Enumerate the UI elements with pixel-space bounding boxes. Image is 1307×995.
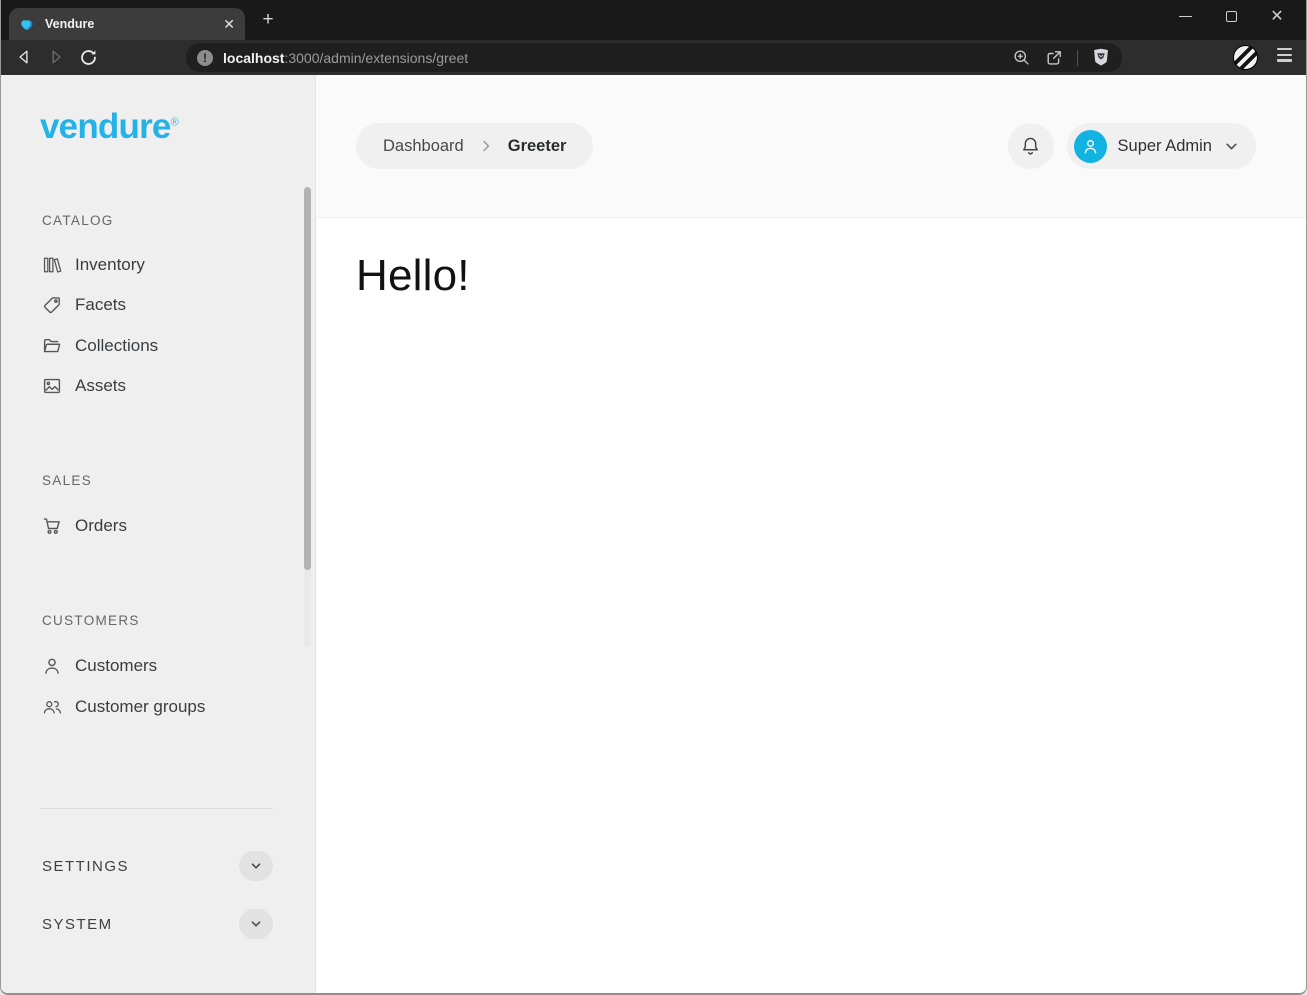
users-icon: [42, 697, 62, 717]
forward-icon: [47, 48, 65, 66]
user-icon: [42, 656, 62, 676]
main-area: Dashboard Greeter: [316, 75, 1306, 993]
chevron-down-icon: [1223, 138, 1240, 155]
sidebar-item-label: Facets: [75, 295, 126, 315]
bell-icon: [1019, 135, 1042, 158]
refresh-icon: [79, 48, 98, 67]
user-menu-button[interactable]: Super Admin: [1067, 123, 1256, 169]
tag-icon: [42, 295, 62, 315]
section-header-catalog: CATALOG: [42, 213, 114, 228]
section-header-customers: CUSTOMERS: [42, 613, 140, 628]
image-icon: [42, 376, 62, 396]
sidebar-item-label: Customer groups: [75, 697, 205, 717]
back-icon: [15, 48, 33, 66]
sidebar-section-settings[interactable]: SETTINGS: [42, 850, 273, 882]
breadcrumb-current: Greeter: [508, 137, 567, 156]
browser-profile-avatar[interactable]: [1233, 45, 1258, 70]
minimize-button[interactable]: [1162, 0, 1208, 33]
cart-icon: [42, 516, 62, 536]
zoom-icon[interactable]: [1012, 48, 1031, 67]
window-controls: ✕: [1162, 0, 1300, 33]
sidebar-section-system[interactable]: SYSTEM: [42, 908, 273, 940]
address-bar[interactable]: ! localhost:3000/admin/extensions/greet: [186, 43, 1122, 72]
browser-tab[interactable]: Vendure ✕: [9, 8, 245, 40]
sidebar-divider: [41, 808, 273, 809]
sidebar-item-label: Orders: [75, 516, 127, 536]
library-icon: [42, 255, 62, 275]
brave-shield-icon[interactable]: [1091, 47, 1111, 68]
page-heading: Hello!: [356, 251, 1266, 301]
vendure-logo[interactable]: vendure®: [40, 107, 178, 147]
share-icon[interactable]: [1044, 48, 1064, 68]
breadcrumb-dashboard-link[interactable]: Dashboard: [383, 137, 464, 156]
close-window-button[interactable]: ✕: [1254, 0, 1300, 33]
url-text: localhost:3000/admin/extensions/greet: [223, 50, 468, 66]
user-avatar: [1074, 130, 1107, 163]
maximize-icon: [1226, 11, 1237, 22]
close-icon: ✕: [1270, 9, 1283, 25]
chevron-down-icon[interactable]: [239, 909, 273, 939]
sidebar-item-inventory[interactable]: Inventory: [42, 252, 145, 278]
back-button[interactable]: [11, 44, 37, 70]
vendure-favicon-icon: [19, 17, 36, 32]
browser-navbar: ! localhost:3000/admin/extensions/greet: [1, 40, 1306, 75]
new-tab-button[interactable]: +: [256, 10, 280, 32]
chevron-down-icon[interactable]: [239, 851, 273, 881]
sidebar-item-label: Collections: [75, 336, 158, 356]
sidebar-item-assets[interactable]: Assets: [42, 373, 126, 399]
refresh-button[interactable]: [75, 44, 101, 70]
browser-titlebar: Vendure ✕ + ✕: [1, 0, 1306, 40]
forward-button[interactable]: [43, 44, 69, 70]
admin-page: vendure® CATALOG Inventory: [1, 75, 1306, 993]
logo-text: vendure: [40, 107, 171, 146]
url-path: :3000/admin/extensions/greet: [284, 50, 468, 66]
sidebar-item-facets[interactable]: Facets: [42, 292, 126, 318]
notifications-button[interactable]: [1008, 123, 1054, 169]
user-name: Super Admin: [1118, 137, 1212, 156]
chevron-right-icon: [478, 138, 494, 154]
breadcrumb: Dashboard Greeter: [356, 123, 593, 169]
tab-title: Vendure: [45, 17, 214, 31]
url-host: localhost: [223, 50, 284, 66]
browser-window: Vendure ✕ + ✕ ! loc: [0, 0, 1307, 995]
main-header: Dashboard Greeter: [316, 75, 1306, 218]
sidebar: vendure® CATALOG Inventory: [1, 75, 316, 993]
sidebar-item-label: Customers: [75, 656, 157, 676]
sidebar-item-customers[interactable]: Customers: [42, 653, 157, 679]
sidebar-item-orders[interactable]: Orders: [42, 513, 127, 539]
browser-menu-icon[interactable]: [1277, 48, 1292, 62]
sidebar-item-label: Inventory: [75, 255, 145, 275]
collapsed-section-label: SYSTEM: [42, 916, 113, 933]
maximize-button[interactable]: [1208, 0, 1254, 33]
section-header-sales: SALES: [42, 473, 92, 488]
sidebar-scrollbar-thumb[interactable]: [304, 187, 311, 570]
logo-registered-mark: ®: [171, 116, 178, 128]
sidebar-item-label: Assets: [75, 376, 126, 396]
content-area: Hello!: [316, 218, 1306, 334]
tab-close-icon[interactable]: ✕: [223, 17, 235, 31]
collapsed-section-label: SETTINGS: [42, 858, 129, 875]
folder-icon: [42, 336, 62, 356]
address-divider: [1077, 50, 1078, 66]
sidebar-item-customer-groups[interactable]: Customer groups: [42, 694, 205, 720]
sidebar-item-collections[interactable]: Collections: [42, 333, 158, 359]
header-actions: Super Admin: [1008, 123, 1256, 169]
minimize-icon: [1179, 16, 1192, 17]
site-info-icon[interactable]: !: [197, 50, 213, 66]
